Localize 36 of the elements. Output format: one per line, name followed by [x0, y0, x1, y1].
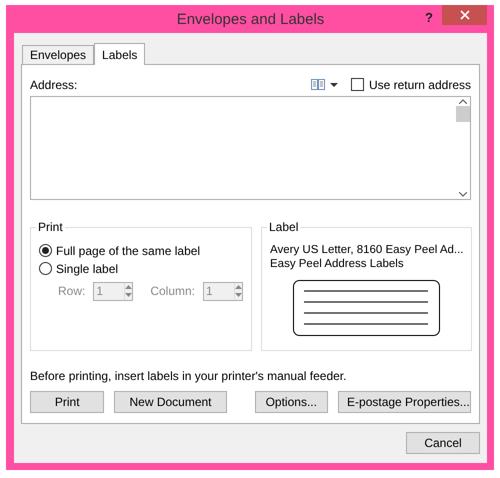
- close-button[interactable]: [442, 5, 487, 25]
- address-field[interactable]: [30, 96, 471, 200]
- column-label: Column:: [150, 284, 195, 298]
- address-label: Address:: [30, 78, 78, 92]
- return-address-label: Use return address: [368, 78, 471, 92]
- radio-label: Single label: [56, 262, 118, 276]
- down-arrow-icon[interactable]: [125, 293, 132, 298]
- action-button[interactable]: Options...: [254, 391, 328, 414]
- down-arrow-icon[interactable]: [235, 293, 242, 298]
- address-book-icon[interactable]: [310, 79, 325, 90]
- action-button[interactable]: New Document: [114, 391, 227, 414]
- tab[interactable]: Envelopes: [22, 45, 94, 64]
- radio-label: Full page of the same label: [56, 244, 200, 258]
- scroll-thumb[interactable]: [456, 106, 470, 122]
- help-button[interactable]: ?: [425, 10, 433, 25]
- dropdown-arrow-icon[interactable]: [330, 82, 338, 87]
- row-label: Row:: [58, 284, 86, 298]
- print-group-title: Print: [36, 220, 65, 234]
- instruction-text: Before printing, insert labels in your printer's manual feeder.: [30, 369, 348, 384]
- up-arrow-icon[interactable]: [235, 284, 242, 289]
- label-description: Avery US Letter, 8160 Easy Peel Ad...: [270, 244, 464, 256]
- radio-button[interactable]: [39, 244, 52, 258]
- scroll-down-icon[interactable]: [458, 192, 466, 197]
- cancel-button[interactable]: Cancel: [406, 432, 480, 454]
- label-description: Easy Peel Address Labels: [270, 258, 404, 270]
- action-button[interactable]: Print: [30, 391, 104, 414]
- tab[interactable]: Labels: [94, 43, 146, 65]
- radio-button[interactable]: [39, 262, 52, 276]
- return-address-checkbox[interactable]: [350, 78, 364, 92]
- up-arrow-icon[interactable]: [125, 284, 132, 289]
- close-icon: [460, 10, 470, 20]
- scroll-up-icon[interactable]: [458, 98, 466, 104]
- action-button[interactable]: E-postage Properties...: [338, 391, 472, 414]
- scrollbar[interactable]: [455, 96, 470, 199]
- window-title: Envelopes and Labels: [176, 10, 324, 28]
- label-group-title: Label: [267, 220, 300, 234]
